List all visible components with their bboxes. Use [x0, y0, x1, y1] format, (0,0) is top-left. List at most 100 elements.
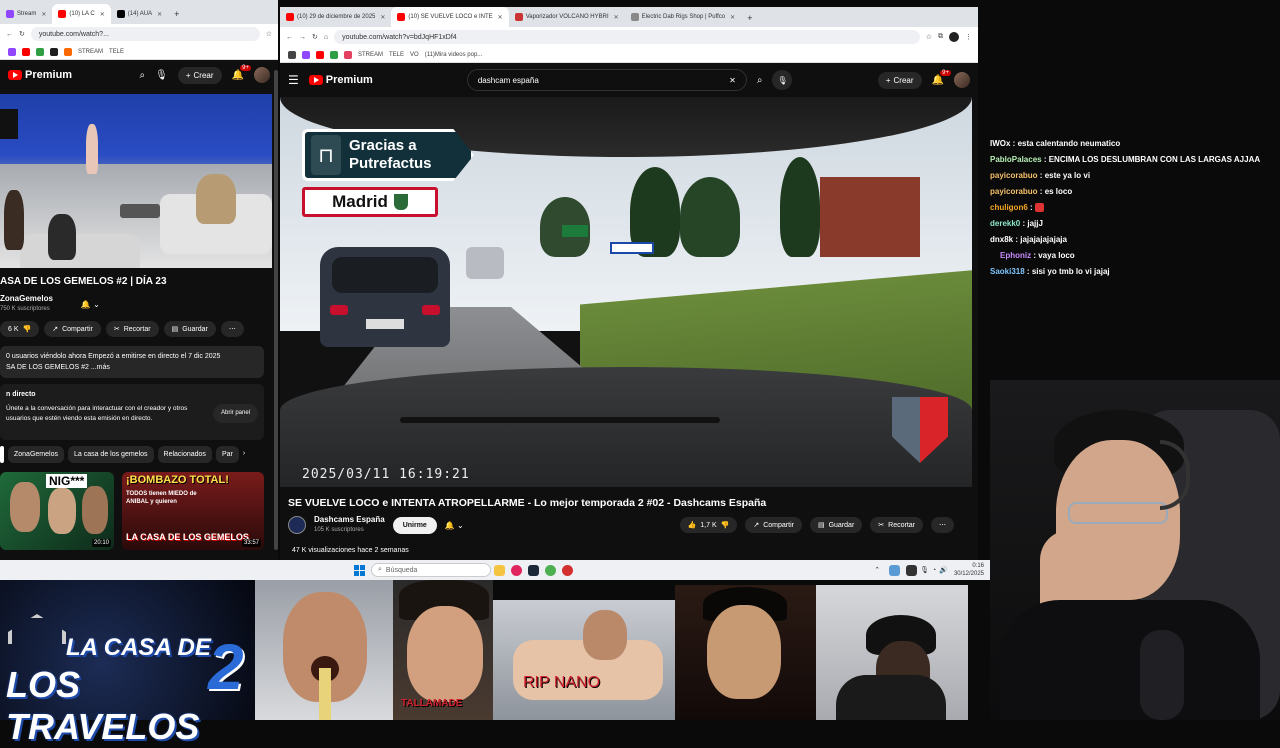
search-input[interactable]: dashcam españa ✕ — [466, 69, 747, 91]
bookmark-tele[interactable]: TELE — [109, 49, 124, 55]
main-tab-3[interactable]: Vaporizador VOLCANO HYBRI ✕ — [509, 7, 625, 27]
menu-icon[interactable]: ⋮ — [965, 33, 972, 41]
bookmark-icon[interactable] — [50, 47, 58, 56]
video-thumbnail[interactable]: NIG*** 20:10 — [0, 472, 114, 550]
left-description[interactable]: 0 usuarios viéndolo ahora Empezó a emiti… — [0, 346, 264, 378]
create-button[interactable]: + Crear — [877, 71, 922, 89]
back-icon[interactable]: ← — [6, 31, 13, 38]
mic-icon[interactable]: 🎙 — [155, 70, 168, 81]
share-button[interactable]: ↗ Compartir — [44, 321, 101, 337]
bookmark-icon[interactable] — [22, 47, 30, 56]
bookmark-stream[interactable]: STREAM — [358, 52, 383, 58]
chip-relacionados[interactable]: Relacionados — [157, 446, 212, 463]
star-icon[interactable]: ☆ — [926, 33, 932, 41]
apps-icon[interactable] — [288, 50, 296, 59]
left-video-player[interactable] — [0, 94, 272, 268]
back-icon[interactable]: ← — [286, 34, 293, 41]
close-icon[interactable]: ✕ — [380, 14, 385, 21]
search-icon[interactable]: ⌕ — [140, 70, 146, 81]
hamburger-icon[interactable]: ☰ — [288, 73, 299, 87]
left-tab-3[interactable]: (14) AUA ✕ — [111, 4, 168, 24]
obs-icon[interactable] — [562, 564, 573, 576]
mic-icon[interactable]: 🎙 — [772, 70, 793, 90]
close-icon[interactable]: ✕ — [730, 14, 735, 21]
video-thumbnail[interactable]: ¡BOMBAZO TOTAL! TODOS tienen MIEDO de AN… — [122, 472, 264, 550]
left-url-field[interactable]: youtube.com/watch?... — [30, 27, 260, 41]
extensions-icon[interactable]: ⧉ — [938, 33, 943, 41]
clip-button[interactable]: ✂ Recortar — [870, 517, 923, 533]
avatar[interactable] — [254, 67, 270, 83]
steam-icon[interactable] — [528, 564, 539, 576]
channel-avatar[interactable] — [288, 516, 306, 534]
channel-name[interactable]: ZonaGemelos — [0, 294, 53, 304]
yt-premium-logo[interactable]: Premium — [308, 74, 373, 86]
volume-icon[interactable]: 🔊 — [939, 566, 948, 574]
folder-icon[interactable] — [494, 564, 505, 576]
tray-icon[interactable] — [906, 564, 918, 576]
dislike-icon[interactable]: 👎 — [721, 521, 730, 529]
bell-icon[interactable]: 🔔 9+ — [932, 69, 951, 86]
star-icon[interactable]: ☆ — [266, 30, 272, 38]
bookmark-icon[interactable] — [36, 47, 44, 56]
chrome-icon[interactable] — [545, 564, 556, 576]
close-icon[interactable]: ✕ — [41, 11, 46, 18]
reload-icon[interactable]: ↻ — [312, 33, 318, 41]
chip-par[interactable]: Par — [215, 446, 239, 463]
windows-start-icon[interactable] — [354, 564, 365, 576]
bookmark-icon[interactable] — [8, 47, 16, 56]
main-tab-1[interactable]: (10) 29 de diciembre de 2025 ✕ — [280, 7, 391, 27]
new-tab-icon[interactable]: + — [174, 9, 179, 19]
clock[interactable]: 0:16 30/12/2025 — [954, 562, 984, 578]
chevron-right-icon[interactable]: › — [243, 446, 245, 463]
bell-icon[interactable]: 🔔 ⌄ — [81, 300, 100, 309]
bookmark-icon[interactable] — [330, 50, 338, 59]
reload-icon[interactable]: ↻ — [19, 30, 25, 38]
main-tab-2[interactable]: (10) SE VUELVE LOCO e INTE ✕ — [391, 7, 509, 27]
new-tab-icon[interactable]: + — [747, 13, 752, 23]
home-icon[interactable]: ⌂ — [324, 34, 328, 41]
chevron-up-icon[interactable]: ⌃ — [874, 566, 880, 574]
chip-zonagemelos[interactable]: ZonaGemelos — [8, 446, 64, 463]
clip-button[interactable]: ✂ Recortar — [105, 321, 159, 337]
bookmark-icon[interactable] — [316, 50, 324, 59]
left-scrollbar[interactable] — [274, 70, 278, 550]
bookmark-icon[interactable] — [64, 47, 72, 56]
dislike-icon[interactable]: 👎 — [23, 325, 32, 333]
close-icon[interactable]: ✕ — [614, 14, 619, 21]
mic-icon[interactable]: 🎙 — [920, 566, 929, 574]
main-video-player[interactable]: ⊓ Gracias a Putrefactus Madrid 2025/03/1… — [280, 97, 972, 487]
avatar[interactable] — [954, 72, 970, 88]
close-icon[interactable]: ✕ — [100, 11, 105, 18]
open-panel-button[interactable]: Abrir panel — [212, 404, 258, 423]
close-icon[interactable]: ✕ — [157, 11, 162, 18]
like-button[interactable]: 👍 1,7 K 👎 — [679, 517, 738, 533]
left-tab-2[interactable]: (10) LA C ✕ — [52, 4, 111, 24]
main-url-field[interactable]: youtube.com/watch?v=bdJqHF1xDf4 — [334, 30, 920, 44]
bookmark-vo[interactable]: VO — [410, 52, 419, 58]
chip-all[interactable] — [0, 446, 4, 463]
search-icon[interactable]: ⌕ — [757, 75, 763, 86]
main-tab-4[interactable]: Electric Dab Rigs Shop | Puffco ✕ — [625, 7, 742, 27]
bell-icon[interactable]: 🔔 ⌄ — [445, 521, 464, 530]
bookmark-stream[interactable]: STREAM — [78, 49, 103, 55]
forward-icon[interactable]: → — [299, 34, 306, 41]
profile-icon[interactable] — [949, 32, 959, 42]
bookmark-tele[interactable]: TELE — [389, 52, 404, 58]
save-button[interactable]: ▤ Guardar — [163, 321, 216, 337]
channel-name[interactable]: Dashcams España — [314, 515, 385, 525]
clear-icon[interactable]: ✕ — [729, 76, 736, 85]
save-button[interactable]: ▤ Guardar — [809, 517, 863, 533]
bookmark-mira[interactable]: (11)Mira videos pop... — [425, 52, 483, 58]
left-tab-1[interactable]: Stream ✕ — [0, 4, 52, 24]
bookmark-icon[interactable] — [302, 50, 310, 59]
wifi-icon[interactable]: ◔ — [932, 567, 936, 574]
more-button[interactable]: ⋯ — [931, 517, 954, 533]
share-button[interactable]: ↗ Compartir — [745, 517, 802, 533]
like-button[interactable]: 6 K 👎 — [0, 321, 40, 337]
taskbar-search[interactable]: ⌕ Búsqueda — [371, 563, 491, 577]
bell-icon[interactable]: 🔔 9+ — [232, 64, 251, 81]
yt-premium-logo[interactable]: Premium — [8, 69, 72, 81]
bookmark-icon[interactable] — [344, 50, 352, 59]
join-button[interactable]: Unirme — [392, 516, 437, 534]
close-icon[interactable]: ✕ — [498, 14, 503, 21]
